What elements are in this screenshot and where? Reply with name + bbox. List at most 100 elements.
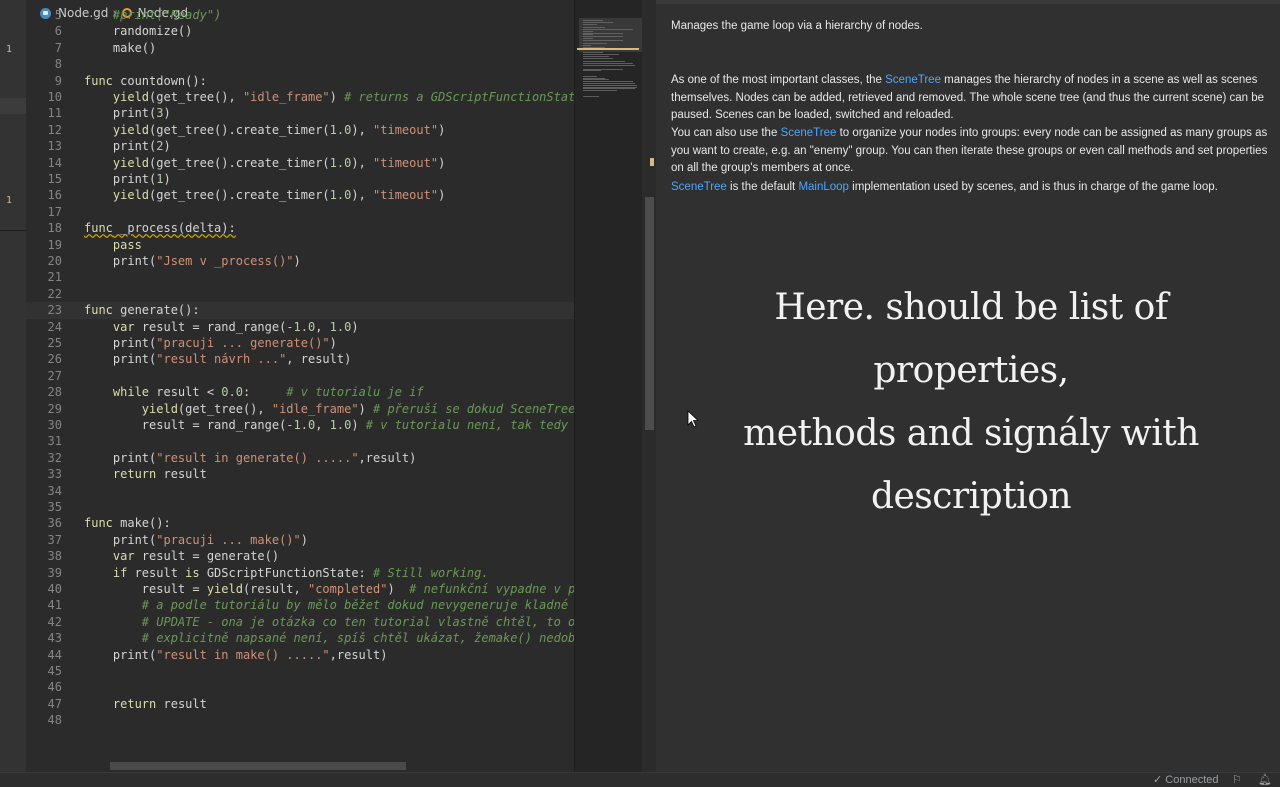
horizontal-scrollbar[interactable] (110, 762, 406, 770)
code-line[interactable]: 35 (26, 499, 574, 515)
code-text[interactable]: print("pracuji ... generate()") (84, 335, 337, 351)
code-line[interactable]: 41 # a podle tutoriálu by mělo běžet dok… (26, 597, 574, 613)
code-line[interactable]: 32 print("result in generate() .....",re… (26, 450, 574, 466)
code-line[interactable]: 40 result = yield(result, "completed") #… (26, 581, 574, 597)
code-text[interactable]: while result < 0.0: # v tutorialu je if (84, 384, 424, 400)
line-number: 46 (47, 680, 62, 695)
code-line[interactable]: 16 yield(get_tree().create_timer(1.0), "… (26, 187, 574, 203)
minimap[interactable] (574, 0, 643, 772)
code-line[interactable]: 5 #print("Ready") (26, 7, 574, 23)
code-text[interactable]: print("result in make() .....",result) (84, 647, 388, 663)
code-line[interactable]: 29 yield(get_tree(), "idle_frame") # pře… (26, 401, 574, 417)
code-text[interactable]: func _process(delta): (84, 220, 236, 236)
code-line[interactable]: 17 (26, 204, 574, 220)
code-text[interactable]: yield(get_tree().create_timer(1.0), "tim… (84, 187, 445, 203)
code-text[interactable]: print(2) (84, 138, 171, 154)
code-line[interactable]: 6 randomize() (26, 23, 574, 39)
line-number: 21 (47, 270, 62, 285)
code-line[interactable]: 15 print(1) (26, 171, 574, 187)
code-text[interactable]: pass (84, 237, 142, 253)
code-line[interactable]: 12 yield(get_tree().create_timer(1.0), "… (26, 122, 574, 138)
code-line[interactable]: 45 (26, 663, 574, 679)
code-text[interactable]: if result is GDScriptFunctionState: # St… (84, 565, 489, 581)
code-line[interactable]: 8 (26, 56, 574, 72)
code-line[interactable]: 46 (26, 679, 574, 695)
line-number: 42 (47, 614, 62, 629)
code-text[interactable]: yield(get_tree().create_timer(1.0), "tim… (84, 155, 445, 171)
scenetree-link[interactable]: SceneTree (781, 127, 837, 139)
code-text[interactable]: # explicitně napsané není, spíš chtěl uk… (84, 630, 574, 646)
code-text[interactable]: func generate(): (84, 302, 200, 318)
code-text[interactable]: yield(get_tree().create_timer(1.0), "tim… (84, 122, 445, 138)
code-editor[interactable]: Node.gd › Node.gd 5 #print("Ready") 6 ran… (26, 0, 574, 772)
code-line[interactable]: 43 # explicitně napsané není, spíš chtěl… (26, 630, 574, 646)
code-line[interactable]: 9 func countdown(): (26, 73, 574, 89)
code-line[interactable]: 14 yield(get_tree().create_timer(1.0), "… (26, 155, 574, 171)
desc-text: As one of the most important classes, th… (671, 74, 886, 86)
line-number: 15 (47, 172, 62, 186)
code-text[interactable]: print("pracuji ... make()") (84, 532, 308, 548)
scenetree-link[interactable]: SceneTree (885, 74, 941, 86)
code-text[interactable]: print("result návrh ...", result) (84, 351, 351, 367)
code-line[interactable]: 44 print("result in make() .....",result… (26, 647, 574, 663)
code-text[interactable]: #print("Ready") (84, 7, 221, 23)
code-text[interactable]: # UPDATE - ona je otázka co ten tutorial… (84, 614, 574, 630)
minimap-line (583, 90, 617, 92)
vertical-scrollbar-thumb[interactable] (645, 197, 654, 430)
code-text[interactable]: print("Jsem v _process()") (84, 253, 301, 269)
code-text[interactable]: yield(get_tree(), "idle_frame") # přeruš… (84, 401, 574, 417)
code-line[interactable]: 26 print("result návrh ...", result) (26, 351, 574, 367)
code-line[interactable]: 13 print(2) (26, 138, 574, 154)
code-text[interactable]: print(3) (84, 105, 171, 121)
code-line[interactable]: 42 # UPDATE - ona je otázka co ten tutor… (26, 614, 574, 630)
line-number: 33 (47, 467, 62, 482)
code-line[interactable]: 33 return result (26, 466, 574, 482)
connection-status[interactable]: ✓ Connected (1153, 773, 1218, 787)
mainloop-link[interactable]: MainLoop (798, 181, 849, 193)
code-text[interactable]: result = rand_range(-1.0, 1.0) # v tutor… (84, 417, 574, 433)
code-line[interactable]: 11 print(3) (26, 105, 574, 121)
code-line[interactable]: 30 result = rand_range(-1.0, 1.0) # v tu… (26, 417, 574, 433)
code-line[interactable]: 34 (26, 483, 574, 499)
code-text[interactable]: result = yield(result, "completed") # ne… (84, 581, 574, 597)
feedback-icon[interactable]: ⚐ (1232, 774, 1242, 786)
code-text[interactable]: return result (84, 466, 207, 482)
code-line[interactable]: 21 (26, 269, 574, 285)
code-line[interactable]: 10 yield(get_tree(), "idle_frame") # ret… (26, 89, 574, 105)
code-line[interactable]: 39 if result is GDScriptFunctionState: #… (26, 565, 574, 581)
code-line[interactable]: 25 print("pracuji ... generate()") (26, 335, 574, 351)
code-text[interactable]: print("result in generate() .....",resul… (84, 450, 416, 466)
code-text[interactable]: func make(): (84, 515, 171, 531)
code-line[interactable]: 27 (26, 368, 574, 384)
code-line[interactable]: 37 print("pracuji ... make()") (26, 532, 574, 548)
code-line[interactable]: 22 (26, 286, 574, 302)
scenetree-link[interactable]: SceneTree (671, 181, 727, 193)
annotation-line: Here. should be list of properties, (774, 287, 1168, 391)
code-line[interactable]: 28 while result < 0.0: # v tutorialu je … (26, 384, 574, 400)
bell-icon[interactable]: 🔔︎ (1258, 774, 1272, 786)
code-line[interactable]: 38 var result = generate() (26, 548, 574, 564)
code-line[interactable]: 24 var result = rand_range(-1.0, 1.0) (26, 319, 574, 335)
code-text[interactable]: return result (84, 696, 207, 712)
scrollbar-change-marker (650, 158, 654, 166)
code-text[interactable]: func countdown(): (84, 73, 207, 89)
desc-text: is the default (726, 181, 799, 193)
code-line[interactable]: 20 print("Jsem v _process()") (26, 253, 574, 269)
code-line[interactable]: 7 make() (26, 40, 574, 56)
code-text[interactable]: var result = rand_range(-1.0, 1.0) (84, 319, 359, 335)
code-text[interactable]: # a podle tutoriálu by mělo běžet dokud … (84, 597, 574, 613)
code-text[interactable]: print(1) (84, 171, 171, 187)
code-line[interactable]: 19 pass (26, 237, 574, 253)
code-text[interactable]: var result = generate() (84, 548, 279, 564)
code-line[interactable]: 31 (26, 433, 574, 449)
code-line[interactable]: 23 func generate(): (26, 302, 574, 319)
line-number: 18 (47, 221, 62, 236)
code-text[interactable]: yield(get_tree(), "idle_frame") # return… (84, 89, 574, 105)
desc-text: You can also use the (671, 127, 781, 139)
code-line[interactable]: 48 (26, 712, 574, 728)
code-line[interactable]: 18 func _process(delta): (26, 220, 574, 236)
code-text[interactable]: randomize() (84, 23, 192, 39)
code-line[interactable]: 47 return result (26, 696, 574, 712)
code-line[interactable]: 36 func make(): (26, 515, 574, 531)
code-text[interactable]: make() (84, 40, 156, 56)
